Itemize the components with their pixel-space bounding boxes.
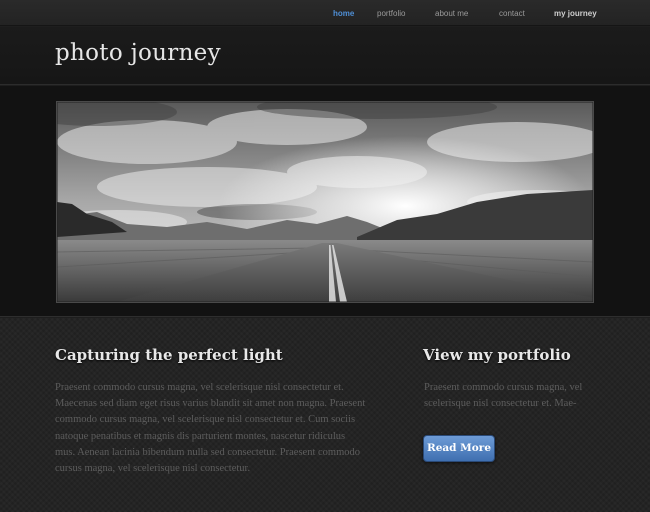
hero-image xyxy=(56,101,594,303)
nav-portfolio[interactable]: portfolio xyxy=(377,9,405,18)
left-paragraph: Praesent commodo cursus magna, vel scele… xyxy=(55,380,365,477)
paragraph-line: mus. Aenean lacinia bibendum nulla sed c… xyxy=(55,446,361,458)
left-heading: Capturing the perfect light xyxy=(55,346,283,364)
paragraph-line: natoque penatibus et magnis dis parturie… xyxy=(55,430,346,442)
nav-home[interactable]: home xyxy=(333,9,354,18)
nav-about-me[interactable]: about me xyxy=(435,9,468,18)
site-header: photo journey xyxy=(0,27,650,85)
read-more-button[interactable]: Read More xyxy=(423,435,495,462)
top-nav: home portfolio about me contact my journ… xyxy=(0,0,650,26)
nav-my-journey[interactable]: my journey xyxy=(554,9,597,18)
right-heading: View my portfolio xyxy=(423,346,571,364)
paragraph-line: commodo cursus magna, vel scelerisque ni… xyxy=(55,414,356,426)
site-title[interactable]: photo journey xyxy=(55,40,221,66)
paragraph-line: cursus magna, vel scelerisque nisl conse… xyxy=(55,463,251,475)
paragraph-line: Praesent commodo cursus magna, vel scele… xyxy=(55,382,344,393)
right-paragraph: Praesent commodo cursus magna, vel scele… xyxy=(424,380,582,412)
paragraph-line: Praesent commodo cursus magna, vel xyxy=(424,382,583,393)
paragraph-line: scelerisque nisl consectetur et. Mae- xyxy=(424,398,577,410)
nav-contact[interactable]: contact xyxy=(499,9,525,18)
paragraph-line: Maecenas sed diam eget risus varius blan… xyxy=(55,398,366,410)
